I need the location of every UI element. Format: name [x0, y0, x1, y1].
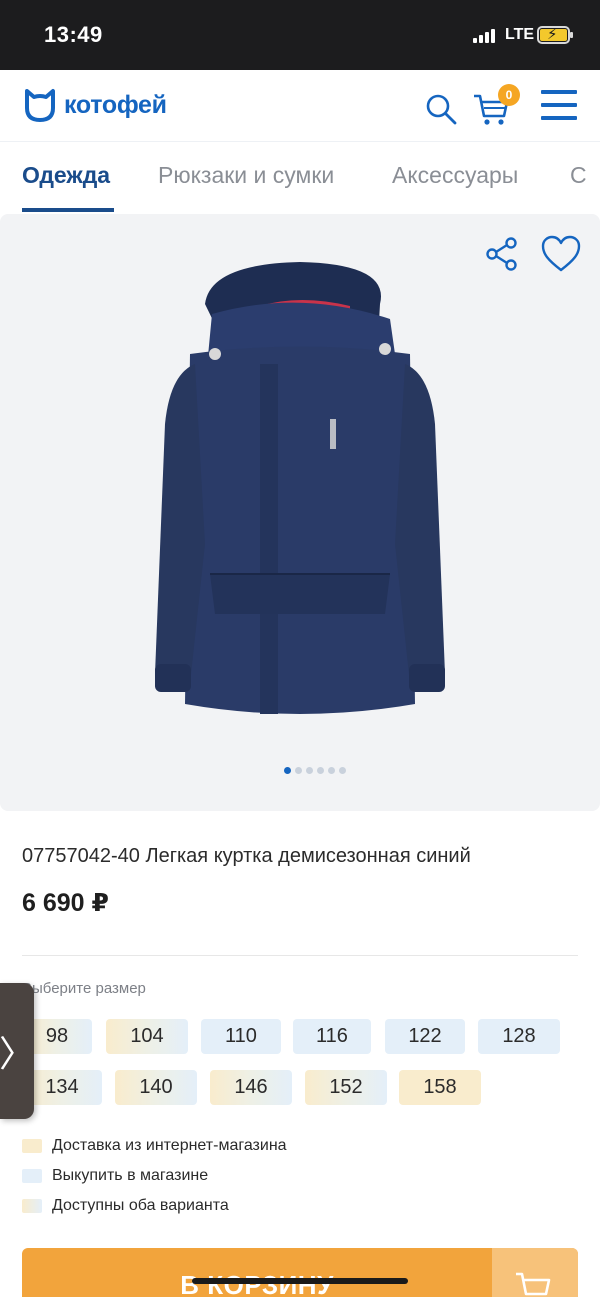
product-gallery[interactable]	[0, 214, 600, 811]
search-icon	[426, 94, 457, 125]
site-header: котофей 0	[0, 70, 600, 142]
legend-label-both: Доступны оба варианта	[52, 1197, 229, 1214]
menu-button[interactable]	[541, 90, 577, 122]
gallery-dot-2[interactable]	[295, 767, 302, 774]
share-icon	[486, 237, 517, 271]
cat-logo-icon	[25, 89, 55, 122]
cart-bar-icon-area	[492, 1248, 578, 1297]
cart-button[interactable]: 0	[472, 84, 520, 128]
category-tabs: Одежда Рюкзаки и сумки Аксессуары С	[0, 142, 600, 212]
size-chip-116[interactable]: 116	[293, 1019, 371, 1054]
logo-text: котофей	[64, 90, 167, 119]
size-chip-110[interactable]: 110	[201, 1019, 281, 1054]
add-to-cart-button[interactable]: В КОРЗИНУ	[22, 1248, 578, 1297]
signal-icon	[473, 29, 495, 43]
share-button[interactable]	[484, 236, 520, 272]
side-drawer-handle[interactable]: 〉	[0, 983, 36, 1119]
size-chip-152[interactable]: 152	[305, 1070, 387, 1105]
legend-store: Выкупить в магазине	[22, 1167, 208, 1185]
tab-next-partial[interactable]: С	[570, 162, 587, 189]
battery-icon: ⚡	[537, 26, 573, 44]
legend-online: Доставка из интернет-магазина	[22, 1137, 287, 1155]
size-chip-158[interactable]: 158	[399, 1070, 481, 1105]
legend-both: Доступны оба варианта	[22, 1197, 229, 1215]
product-title: 07757042-40 Легкая куртка демисезонная с…	[22, 845, 471, 867]
heart-icon	[541, 235, 581, 272]
size-chip-104[interactable]: 104	[106, 1019, 188, 1054]
gallery-dot-1[interactable]	[284, 767, 291, 774]
legend-swatch-both	[22, 1199, 42, 1213]
home-indicator	[192, 1278, 408, 1284]
status-bar: 13:49 LTE ⚡	[0, 0, 600, 70]
network-type: LTE	[505, 26, 535, 43]
gallery-dot-6[interactable]	[339, 767, 346, 774]
gallery-pagination	[284, 767, 346, 774]
legend-label-online: Доставка из интернет-магазина	[52, 1137, 287, 1154]
logo[interactable]: котофей	[24, 88, 167, 122]
size-chip-122[interactable]: 122	[385, 1019, 465, 1054]
product-price: 6 690 ₽	[22, 889, 109, 917]
gallery-dot-4[interactable]	[317, 767, 324, 774]
status-time: 13:49	[44, 22, 103, 47]
size-label: Выберите размер	[22, 980, 146, 997]
tab-backpacks-bags[interactable]: Рюкзаки и сумки	[158, 162, 334, 189]
favorite-button[interactable]	[540, 234, 582, 274]
divider	[22, 955, 578, 956]
tab-clothing[interactable]: Одежда	[22, 162, 110, 189]
legend-swatch-online	[22, 1139, 42, 1153]
cart-icon	[516, 1272, 551, 1296]
tab-accessories[interactable]: Аксессуары	[392, 162, 518, 189]
legend-label-store: Выкупить в магазине	[52, 1167, 209, 1184]
legend-swatch-store	[22, 1169, 42, 1183]
size-chip-128[interactable]: 128	[478, 1019, 560, 1054]
product-image-jacket	[155, 262, 445, 714]
gallery-dot-3[interactable]	[306, 767, 313, 774]
search-button[interactable]	[424, 92, 458, 126]
active-tab-indicator	[22, 208, 114, 212]
size-chip-140[interactable]: 140	[115, 1070, 197, 1105]
cart-count-badge: 0	[498, 84, 520, 106]
gallery-dot-5[interactable]	[328, 767, 335, 774]
size-chip-146[interactable]: 146	[210, 1070, 292, 1105]
chevron-right-icon: 〉	[0, 1033, 36, 1074]
